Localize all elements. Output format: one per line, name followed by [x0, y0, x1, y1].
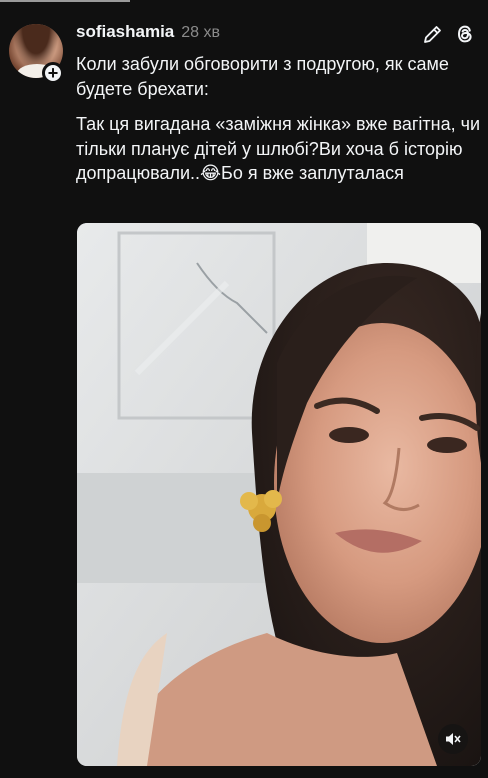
post-paragraph-2: Так ця вигадана «заміжня жінка» вже вагі… — [76, 114, 481, 183]
post-video[interactable] — [77, 223, 481, 766]
pencil-icon[interactable] — [421, 22, 445, 46]
username[interactable]: sofiashamia — [76, 22, 174, 42]
mute-button[interactable] — [438, 724, 468, 754]
threads-logo-icon[interactable] — [453, 22, 477, 46]
post-paragraph-1: Коли забули обговорити з подругою, як са… — [76, 54, 449, 99]
follow-button[interactable]: + — [42, 62, 64, 84]
speaker-muted-icon — [446, 733, 461, 745]
top-divider — [0, 0, 130, 2]
plus-icon: + — [47, 63, 59, 83]
post-text: Коли забули обговорити з подругою, як са… — [76, 52, 481, 197]
video-frame-illustration — [77, 223, 481, 766]
timestamp: 28 хв — [181, 24, 221, 41]
post-header: sofiashamia 28 хв — [76, 22, 220, 42]
